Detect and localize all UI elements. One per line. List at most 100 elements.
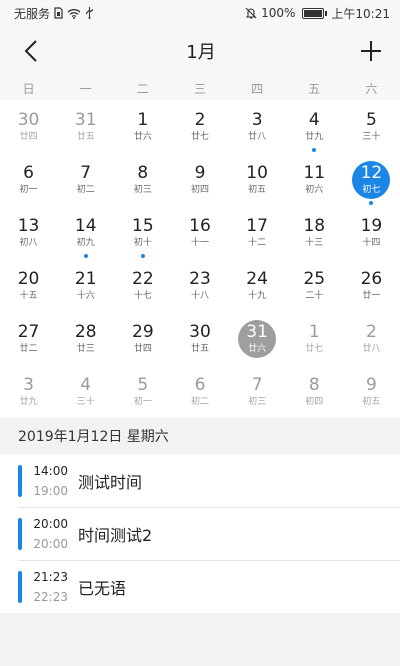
day-cell[interactable]: 31 廿五 bbox=[57, 100, 114, 153]
day-cell[interactable]: 5 三十 bbox=[343, 100, 400, 153]
lunar-date: 十九 bbox=[248, 291, 267, 301]
day-number: 4 bbox=[80, 375, 92, 395]
day-cell[interactable]: 24 十九 bbox=[229, 259, 286, 312]
day-cell[interactable]: 13 初八 bbox=[0, 206, 57, 259]
event-end-time: 20:00 bbox=[33, 536, 68, 551]
event-color-bar bbox=[18, 517, 22, 550]
lunar-date: 三十 bbox=[76, 397, 95, 407]
day-number: 30 bbox=[17, 110, 40, 130]
day-bubble: 7 初二 bbox=[67, 161, 105, 199]
day-cell[interactable]: 15 初十 bbox=[114, 206, 171, 259]
day-cell[interactable]: 27 廿二 bbox=[0, 312, 57, 365]
day-bubble: 9 初四 bbox=[181, 161, 219, 199]
day-bubble: 4 三十 bbox=[67, 373, 105, 411]
wifi-icon bbox=[67, 8, 81, 19]
day-bubble: 10 初五 bbox=[238, 161, 276, 199]
day-cell[interactable]: 4 三十 bbox=[57, 365, 114, 418]
lunar-date: 廿九 bbox=[305, 132, 324, 142]
day-cell-today[interactable]: 31 廿六 bbox=[229, 312, 286, 365]
day-bubble: 5 初一 bbox=[124, 373, 162, 411]
add-event-button[interactable] bbox=[356, 36, 386, 66]
lunar-date: 初四 bbox=[190, 185, 209, 195]
day-cell[interactable]: 14 初九 bbox=[57, 206, 114, 259]
day-cell[interactable]: 4 廿九 bbox=[286, 100, 343, 153]
usb-icon bbox=[85, 7, 94, 19]
day-bubble: 19 十四 bbox=[352, 214, 390, 252]
day-cell[interactable]: 6 初一 bbox=[0, 153, 57, 206]
weekday-label: 日 bbox=[22, 81, 35, 96]
day-cell[interactable]: 3 廿八 bbox=[229, 100, 286, 153]
day-number: 9 bbox=[194, 163, 206, 183]
day-cell[interactable]: 16 十一 bbox=[171, 206, 228, 259]
day-number: 3 bbox=[23, 375, 34, 395]
day-bubble: 5 三十 bbox=[352, 108, 390, 146]
day-cell[interactable]: 8 初三 bbox=[114, 153, 171, 206]
day-cell[interactable]: 26 廿一 bbox=[343, 259, 400, 312]
day-cell[interactable]: 30 廿五 bbox=[171, 312, 228, 365]
lunar-date: 十四 bbox=[362, 238, 381, 248]
day-bubble: 14 初九 bbox=[67, 214, 105, 252]
day-number: 31 bbox=[246, 322, 268, 342]
day-cell[interactable]: 3 廿九 bbox=[0, 365, 57, 418]
lunar-date: 廿二 bbox=[19, 344, 38, 354]
lunar-date: 十二 bbox=[248, 238, 267, 248]
event-title: 测试时间 bbox=[78, 472, 143, 492]
event-item[interactable]: 21:23 22:23 已无语 bbox=[0, 560, 400, 613]
day-cell[interactable]: 20 十五 bbox=[0, 259, 57, 312]
day-cell[interactable]: 29 廿四 bbox=[114, 312, 171, 365]
day-cell[interactable]: 2 廿七 bbox=[171, 100, 228, 153]
event-start-time: 20:00 bbox=[33, 516, 68, 531]
day-bubble: 28 廿三 bbox=[67, 320, 105, 358]
event-end-time: 22:23 bbox=[33, 589, 68, 604]
day-cell[interactable]: 21 十六 bbox=[57, 259, 114, 312]
day-number: 5 bbox=[365, 110, 377, 130]
day-cell[interactable]: 9 初四 bbox=[171, 153, 228, 206]
day-number: 18 bbox=[303, 216, 326, 236]
day-cell[interactable]: 1 廿七 bbox=[286, 312, 343, 365]
lunar-date: 廿八 bbox=[362, 344, 381, 354]
day-cell[interactable]: 8 初四 bbox=[286, 365, 343, 418]
day-number: 15 bbox=[132, 216, 154, 236]
day-cell[interactable]: 18 十三 bbox=[286, 206, 343, 259]
day-cell[interactable]: 2 廿八 bbox=[343, 312, 400, 365]
day-cell[interactable]: 1 廿六 bbox=[114, 100, 171, 153]
day-bubble: 3 廿九 bbox=[10, 373, 48, 411]
day-cell[interactable]: 7 初三 bbox=[229, 365, 286, 418]
weekday-label: 六 bbox=[365, 81, 378, 96]
event-indicator-dot bbox=[140, 254, 145, 258]
day-cell[interactable]: 19 十四 bbox=[343, 206, 400, 259]
day-cell[interactable]: 25 二十 bbox=[286, 259, 343, 312]
day-cell-selected[interactable]: 12 初七 bbox=[343, 153, 400, 206]
lunar-date: 廿八 bbox=[248, 132, 267, 142]
day-cell[interactable]: 30 廿四 bbox=[0, 100, 57, 153]
day-cell[interactable]: 17 十二 bbox=[229, 206, 286, 259]
day-number: 8 bbox=[137, 163, 149, 183]
day-cell[interactable]: 22 十七 bbox=[114, 259, 171, 312]
mute-icon bbox=[245, 7, 257, 19]
day-cell[interactable]: 28 廿三 bbox=[57, 312, 114, 365]
day-number: 3 bbox=[251, 110, 263, 130]
back-button[interactable] bbox=[16, 36, 46, 66]
event-times: 20:00 20:00 bbox=[32, 516, 68, 552]
day-cell[interactable]: 10 初五 bbox=[229, 153, 286, 206]
day-bubble: 11 初六 bbox=[295, 161, 333, 199]
day-cell[interactable]: 6 初二 bbox=[171, 365, 228, 418]
day-cell[interactable]: 11 初六 bbox=[286, 153, 343, 206]
lunar-date: 廿三 bbox=[76, 344, 95, 354]
day-number: 22 bbox=[132, 269, 154, 289]
event-item[interactable]: 20:00 20:00 时间测试2 bbox=[0, 507, 400, 560]
day-cell[interactable]: 23 十八 bbox=[171, 259, 228, 312]
sim-icon bbox=[54, 7, 63, 19]
day-number: 30 bbox=[189, 322, 211, 342]
day-bubble: 8 初四 bbox=[295, 373, 333, 411]
event-item[interactable]: 14:00 19:00 测试时间 bbox=[0, 454, 400, 507]
lunar-date: 十八 bbox=[190, 291, 209, 301]
lunar-date: 廿五 bbox=[190, 344, 209, 354]
day-cell[interactable]: 5 初一 bbox=[114, 365, 171, 418]
lunar-date: 廿五 bbox=[76, 132, 95, 142]
day-cell[interactable]: 7 初二 bbox=[57, 153, 114, 206]
day-number: 2 bbox=[365, 322, 377, 342]
day-bubble: 2 廿七 bbox=[181, 108, 219, 146]
event-list: 14:00 19:00 测试时间 20:00 20:00 时间测试2 21:23… bbox=[0, 454, 400, 613]
day-cell[interactable]: 9 初五 bbox=[343, 365, 400, 418]
